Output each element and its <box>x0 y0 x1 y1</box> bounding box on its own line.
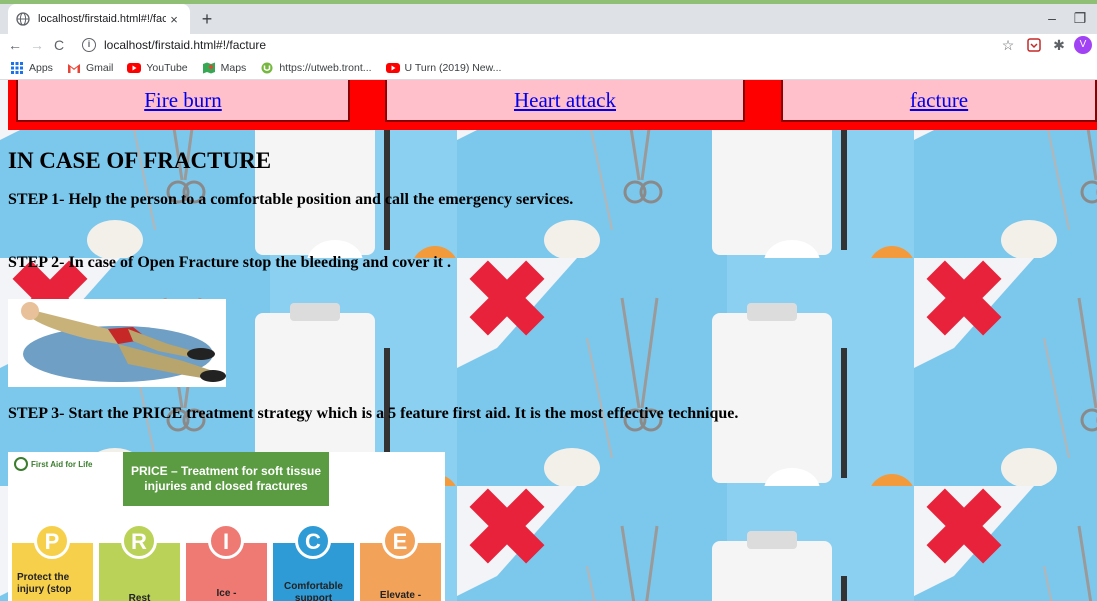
bookmark-apps[interactable]: Apps <box>10 61 53 74</box>
first-aid-cross-icon <box>14 457 28 471</box>
price-column-r: R Rest <box>99 523 180 601</box>
heart-attack-link[interactable]: Heart attack <box>514 88 616 113</box>
price-infographic-image: First Aid for Life PRICE – Treatment for… <box>8 452 445 601</box>
youtube-icon <box>385 62 400 73</box>
bookmark-utweb[interactable]: https://utweb.tront... <box>260 61 372 74</box>
info-icon[interactable]: i <box>82 38 96 52</box>
first-aid-for-life-logo: First Aid for Life <box>14 457 92 471</box>
profile-avatar[interactable]: V <box>1074 36 1092 54</box>
bookmark-label: U Turn (2019) New... <box>404 61 502 74</box>
bookmark-label: Maps <box>220 61 247 74</box>
nav-item-fire-burn[interactable]: Fire burn <box>16 80 350 122</box>
price-letter: I <box>208 523 244 559</box>
gmail-icon <box>67 63 80 73</box>
close-tab-icon[interactable]: × <box>166 12 182 27</box>
bookmark-label: Gmail <box>85 61 114 74</box>
pocket-icon[interactable] <box>1026 37 1042 53</box>
price-header: PRICE – Treatment for soft tissue injuri… <box>123 452 329 506</box>
step-3-text: STEP 3- Start the PRICE treatment strate… <box>8 405 739 422</box>
bookmark-star-icon[interactable]: ☆ <box>998 35 1018 55</box>
price-letter: C <box>295 523 331 559</box>
price-label: Ice - <box>216 588 237 599</box>
maps-icon <box>202 62 215 73</box>
bookmark-gmail[interactable]: Gmail <box>67 62 113 74</box>
reload-button[interactable]: C <box>48 34 70 56</box>
restore-button[interactable]: ❐ <box>1070 8 1090 28</box>
youtube-icon <box>127 62 142 73</box>
step-2-text: STEP 2- In case of Open Fracture stop th… <box>8 254 451 271</box>
bookmark-label: https://utweb.tront... <box>279 61 372 74</box>
bookmark-maps[interactable]: Maps <box>202 61 247 74</box>
tab-title: localhost/firstaid.html#!/facture <box>38 13 166 25</box>
forward-button[interactable]: → <box>26 34 48 56</box>
facture-link[interactable]: facture <box>910 88 968 113</box>
url-text[interactable]: localhost/firstaid.html#!/facture <box>104 38 266 52</box>
extensions-icon[interactable]: ✱ <box>1049 35 1069 55</box>
page-title: IN CASE OF FRACTURE <box>8 148 272 173</box>
price-letter: E <box>382 523 418 559</box>
price-letter: P <box>34 523 70 559</box>
apps-grid-icon <box>11 61 23 74</box>
page-viewport: Fire burn Heart attack facture IN CASE O… <box>0 80 1097 601</box>
bookmark-label: YouTube <box>146 61 188 74</box>
utorrent-icon <box>261 62 273 73</box>
new-tab-button[interactable]: + <box>196 8 218 30</box>
minimize-button[interactable]: – <box>1042 8 1062 28</box>
nav-bar: Fire burn Heart attack facture <box>8 80 1097 130</box>
fire-burn-link[interactable]: Fire burn <box>144 88 222 113</box>
bookmark-youtube[interactable]: YouTube <box>127 61 188 74</box>
bookmark-uturn[interactable]: U Turn (2019) New... <box>385 61 502 74</box>
brand-name: First Aid for Life <box>31 459 93 469</box>
address-bar[interactable]: i localhost/firstaid.html#!/facture <box>82 34 266 56</box>
price-label: Protect the injury (stop <box>17 572 72 595</box>
bookmark-label: Apps <box>29 61 53 74</box>
back-button[interactable]: ← <box>4 34 26 56</box>
tab-strip: localhost/firstaid.html#!/facture × + – … <box>0 0 1097 34</box>
price-label: Rest <box>128 593 151 601</box>
price-label: Comfortable support <box>284 581 343 601</box>
price-column-p: P Protect the injury (stop <box>12 523 93 601</box>
price-letter: R <box>121 523 157 559</box>
step-1-text: STEP 1- Help the person to a comfortable… <box>8 191 574 208</box>
price-column-i: I Ice - <box>186 523 267 601</box>
globe-icon <box>16 12 30 26</box>
price-label: Elevate - <box>379 590 422 601</box>
price-column-c: C Comfortable support <box>273 523 354 601</box>
price-column-e: E Elevate - <box>360 523 441 601</box>
injured-person-image <box>8 299 226 387</box>
browser-tab[interactable]: localhost/firstaid.html#!/facture × <box>8 4 190 34</box>
nav-item-heart-attack[interactable]: Heart attack <box>385 80 745 122</box>
browser-toolbar: ← → C i localhost/firstaid.html#!/factur… <box>0 34 1097 56</box>
bookmarks-bar: Apps Gmail YouTube Maps https://utweb.tr… <box>0 56 1097 80</box>
nav-item-facture[interactable]: facture <box>781 80 1097 122</box>
